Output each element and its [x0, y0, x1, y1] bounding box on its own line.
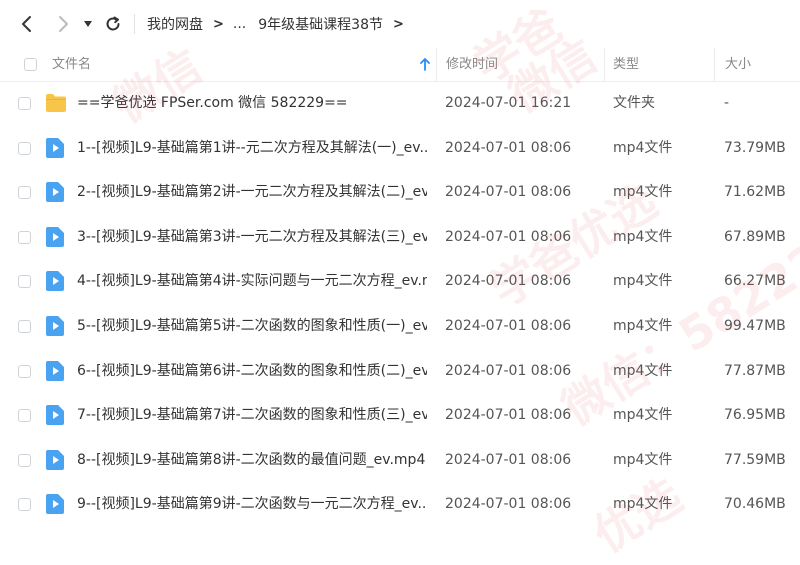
file-name[interactable]: ==学爸优选 FPSer.com 微信 582229==	[77, 81, 427, 126]
video-file-icon	[46, 449, 64, 474]
row-checkbox[interactable]	[18, 498, 31, 512]
file-type: 文件夹	[613, 95, 655, 111]
file-row[interactable]: 1--[视频]L9-基础篇第1讲--元二次方程及其解法(一)_ev.... 202…	[0, 126, 800, 171]
file-modified-time: 2024-07-01 08:06	[445, 273, 572, 290]
file-size: 71.62MB	[724, 184, 786, 201]
file-type: mp4文件	[613, 273, 673, 290]
file-row[interactable]: 3--[视频]L9-基础篇第3讲-一元二次方程及其解法(三)_ev.... 202…	[0, 215, 800, 260]
file-type: mp4文件	[613, 184, 673, 201]
select-all-checkbox[interactable]	[24, 58, 37, 71]
file-name[interactable]: 2--[视频]L9-基础篇第2讲-一元二次方程及其解法(二)_ev....	[77, 170, 427, 215]
file-type: mp4文件	[613, 228, 673, 245]
file-row[interactable]: 6--[视频]L9-基础篇第6讲-二次函数的图象和性质(二)_ev.... 202…	[0, 349, 800, 394]
file-size: 70.46MB	[724, 496, 786, 513]
video-file-icon	[46, 316, 64, 340]
forward-button[interactable]	[51, 12, 75, 36]
breadcrumb-item-root[interactable]: 我的网盘	[147, 14, 203, 34]
file-list-header: 文件名 修改时间 类型 大小	[0, 48, 800, 82]
toolbar-divider	[134, 14, 135, 34]
breadcrumb-separator-icon: >	[213, 16, 224, 32]
toolbar: 我的网盘 > ... 9年级基础课程38节 >	[0, 0, 800, 48]
row-checkbox[interactable]	[18, 364, 31, 378]
file-type: mp4文件	[613, 318, 673, 334]
video-file-icon	[46, 494, 64, 518]
caret-down-icon	[84, 21, 92, 27]
file-name[interactable]: 7--[视频]L9-基础篇第7讲-二次函数的图象和性质(三)_ev....	[77, 393, 427, 438]
file-size: 99.47MB	[724, 318, 786, 334]
breadcrumb-separator-icon: >	[393, 16, 404, 32]
breadcrumb-item-ellipsis[interactable]: ...	[233, 16, 246, 32]
video-file-icon	[46, 137, 64, 162]
row-checkbox[interactable]	[18, 453, 31, 467]
file-modified-time: 2024-07-01 08:06	[445, 451, 572, 468]
file-size: 77.87MB	[724, 362, 786, 379]
chevron-left-icon	[22, 16, 31, 32]
file-modified-time: 2024-07-01 16:21	[445, 95, 572, 111]
column-divider	[604, 48, 605, 81]
video-file-icon	[46, 271, 64, 295]
column-divider	[714, 48, 715, 81]
row-checkbox[interactable]	[18, 320, 31, 333]
file-type: mp4文件	[613, 139, 673, 156]
file-name[interactable]: 8--[视频]L9-基础篇第8讲-二次函数的最值问题_ev.mp4	[77, 438, 427, 483]
file-name[interactable]: 5--[视频]L9-基础篇第5讲-二次函数的图象和性质(一)_ev....	[77, 304, 427, 349]
file-row[interactable]: 4--[视频]L9-基础篇第4讲-实际问题与一元二次方程_ev.mp4 2024-…	[0, 259, 800, 304]
refresh-icon	[106, 16, 120, 31]
file-type: mp4文件	[613, 407, 673, 424]
file-type: mp4文件	[613, 496, 673, 513]
folder-icon	[45, 93, 67, 117]
file-size: 66.27MB	[724, 273, 786, 290]
column-header-name[interactable]: 文件名	[52, 48, 91, 81]
file-type: mp4文件	[613, 451, 673, 468]
chevron-right-icon	[59, 16, 68, 32]
file-name[interactable]: 1--[视频]L9-基础篇第1讲--元二次方程及其解法(一)_ev....	[77, 126, 427, 171]
file-modified-time: 2024-07-01 08:06	[445, 228, 572, 245]
file-modified-time: 2024-07-01 08:06	[445, 407, 572, 424]
file-row[interactable]: 7--[视频]L9-基础篇第7讲-二次函数的图象和性质(三)_ev.... 202…	[0, 393, 800, 438]
file-size: 73.79MB	[724, 139, 786, 156]
row-checkbox[interactable]	[18, 141, 31, 155]
video-file-icon	[46, 405, 64, 429]
column-header-type[interactable]: 类型	[613, 48, 639, 81]
breadcrumb: 我的网盘 > ... 9年级基础课程38节 >	[147, 14, 413, 34]
file-size: -	[724, 95, 730, 111]
video-file-icon	[46, 226, 64, 251]
file-size: 67.89MB	[724, 228, 786, 245]
file-modified-time: 2024-07-01 08:06	[445, 496, 572, 513]
video-file-icon	[46, 182, 64, 206]
history-dropdown-button[interactable]	[78, 12, 98, 36]
file-size: 77.59MB	[724, 451, 786, 468]
row-checkbox[interactable]	[18, 97, 31, 110]
column-divider	[436, 48, 437, 81]
column-header-modified[interactable]: 修改时间	[446, 48, 498, 81]
column-header-size[interactable]: 大小	[725, 48, 751, 81]
file-modified-time: 2024-07-01 08:06	[445, 362, 572, 379]
file-name[interactable]: 6--[视频]L9-基础篇第6讲-二次函数的图象和性质(二)_ev....	[77, 349, 427, 394]
file-size: 76.95MB	[724, 407, 786, 424]
file-modified-time: 2024-07-01 08:06	[445, 139, 572, 156]
file-name[interactable]: 9--[视频]L9-基础篇第9讲-二次函数与一元二次方程_ev....	[77, 482, 427, 527]
back-button[interactable]	[15, 12, 39, 36]
file-modified-time: 2024-07-01 08:06	[445, 184, 572, 201]
file-type: mp4文件	[613, 362, 673, 379]
row-checkbox[interactable]	[18, 275, 31, 289]
video-file-icon	[46, 360, 64, 385]
row-checkbox[interactable]	[18, 230, 31, 244]
file-row[interactable]: 9--[视频]L9-基础篇第9讲-二次函数与一元二次方程_ev.... 2024-…	[0, 482, 800, 527]
refresh-button[interactable]	[101, 12, 125, 36]
breadcrumb-item-current[interactable]: 9年级基础课程38节	[258, 14, 383, 34]
file-name[interactable]: 4--[视频]L9-基础篇第4讲-实际问题与一元二次方程_ev.mp4	[77, 259, 427, 304]
file-name[interactable]: 3--[视频]L9-基础篇第3讲-一元二次方程及其解法(三)_ev....	[77, 215, 427, 260]
file-row[interactable]: 2--[视频]L9-基础篇第2讲-一元二次方程及其解法(二)_ev.... 202…	[0, 170, 800, 215]
file-row[interactable]: 8--[视频]L9-基础篇第8讲-二次函数的最值问题_ev.mp4 2024-07…	[0, 438, 800, 483]
file-row[interactable]: ==学爸优选 FPSer.com 微信 582229== 2024-07-01 1…	[0, 81, 800, 126]
sort-ascending-icon[interactable]	[420, 58, 430, 71]
row-checkbox[interactable]	[18, 186, 31, 200]
file-row[interactable]: 5--[视频]L9-基础篇第5讲-二次函数的图象和性质(一)_ev.... 202…	[0, 304, 800, 349]
file-modified-time: 2024-07-01 08:06	[445, 318, 572, 334]
row-checkbox[interactable]	[18, 409, 31, 423]
